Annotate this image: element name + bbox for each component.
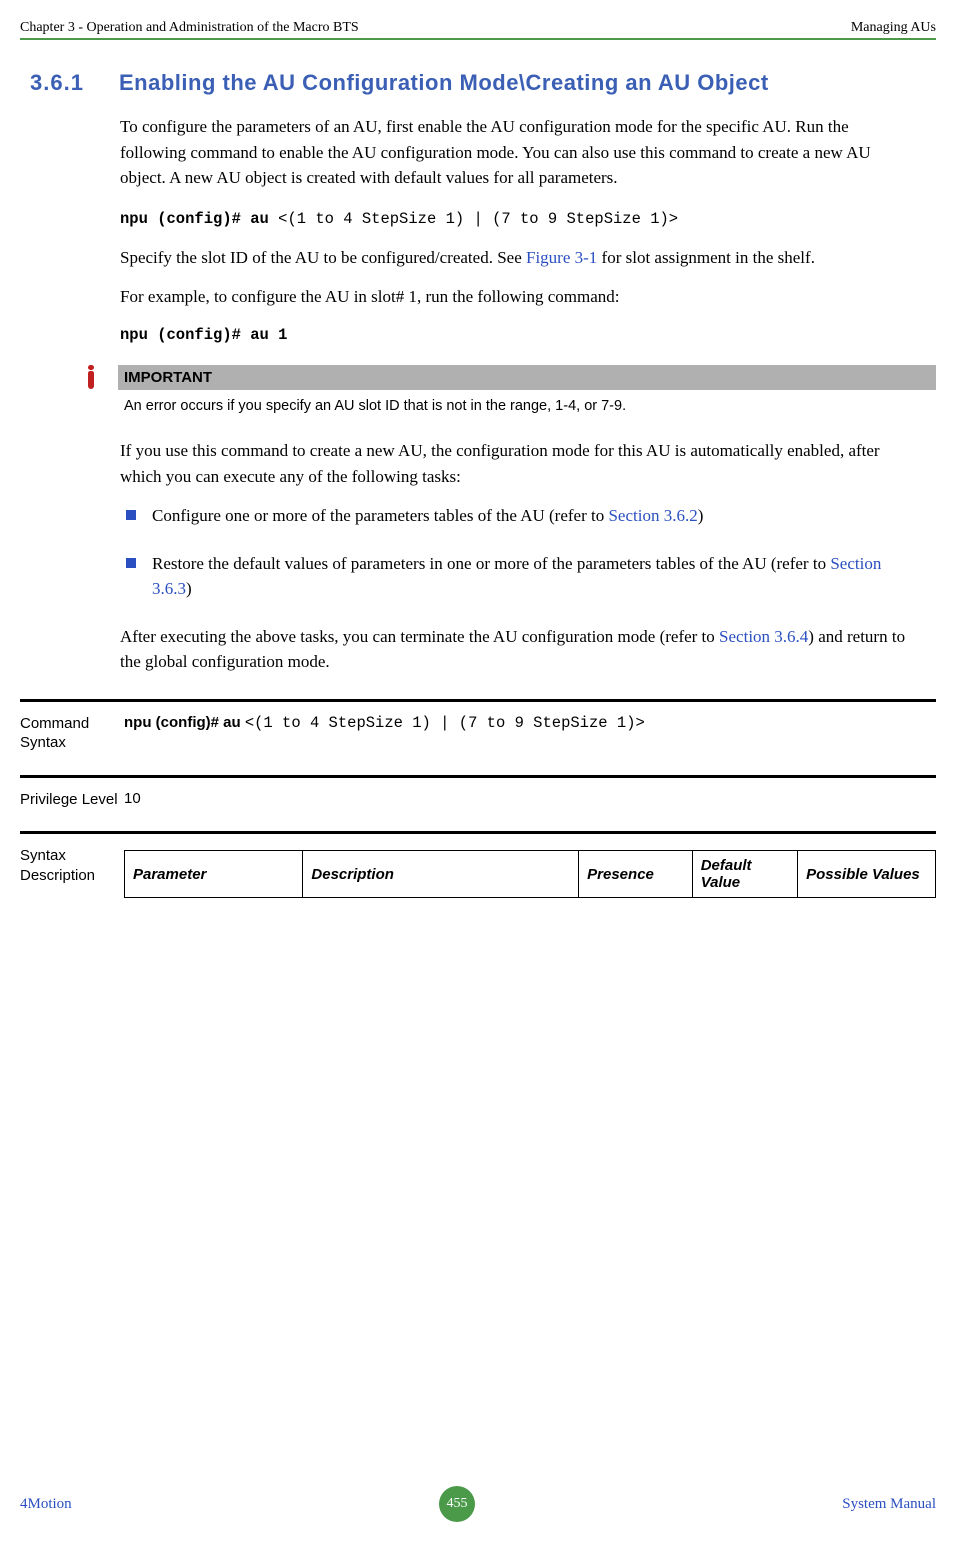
- col-header: Presence: [579, 851, 693, 898]
- col-header: Description: [303, 851, 579, 898]
- important-icon: [80, 365, 118, 394]
- paragraph: To configure the parameters of an AU, fi…: [120, 114, 916, 191]
- row-value: npu (config)# au <(1 to 4 StepSize 1) | …: [124, 714, 936, 732]
- table-header-row: Parameter Description Presence Default V…: [125, 851, 936, 898]
- syntax-table: Parameter Description Presence Default V…: [124, 850, 936, 898]
- header-left: Chapter 3 - Operation and Administration…: [20, 20, 359, 36]
- definition-table: Command Syntax npu (config)# au <(1 to 4…: [20, 699, 936, 903]
- header-right: Managing AUs: [851, 20, 936, 36]
- section-link[interactable]: Section 3.6.2: [608, 506, 697, 525]
- row-value: Parameter Description Presence Default V…: [124, 846, 936, 898]
- table-row: Command Syntax npu (config)# au <(1 to 4…: [20, 702, 936, 775]
- paragraph: If you use this command to create a new …: [120, 438, 916, 489]
- info-icon: [88, 371, 94, 389]
- important-note: IMPORTANT An error occurs if you specify…: [80, 365, 936, 424]
- command-bold: npu (config)# au: [124, 714, 245, 731]
- row-label: Syntax Description: [20, 846, 124, 885]
- section-link[interactable]: Section 3.6.4: [719, 627, 808, 646]
- paragraph: For example, to configure the AU in slot…: [120, 284, 916, 310]
- footer-right: System Manual: [842, 1496, 936, 1513]
- bullet-list: Configure one or more of the parameters …: [120, 503, 916, 602]
- row-value: 10: [124, 790, 936, 807]
- section-title: Enabling the AU Configuration Mode\Creat…: [119, 70, 909, 96]
- page-header: Chapter 3 - Operation and Administration…: [20, 20, 936, 38]
- important-label: IMPORTANT: [118, 365, 936, 390]
- figure-link[interactable]: Figure 3-1: [526, 248, 597, 267]
- row-label: Command Syntax: [20, 714, 124, 753]
- table-row: Syntax Description Parameter Description…: [20, 834, 936, 902]
- command-bold: npu (config)# au: [120, 210, 278, 228]
- list-item: Configure one or more of the parameters …: [120, 503, 916, 529]
- col-header: Default Value: [692, 851, 797, 898]
- page-footer: 4Motion 455 System Manual: [20, 1486, 936, 1522]
- col-header: Parameter: [125, 851, 303, 898]
- text: for slot assignment in the shelf.: [597, 248, 815, 267]
- text: Specify the slot ID of the AU to be conf…: [120, 248, 526, 267]
- paragraph: Specify the slot ID of the AU to be conf…: [120, 245, 916, 271]
- header-rule: [20, 38, 936, 40]
- command-line: npu (config)# au 1: [120, 324, 916, 347]
- command-args: <(1 to 4 StepSize 1) | (7 to 9 StepSize …: [278, 210, 678, 228]
- page-number: 455: [439, 1486, 475, 1522]
- important-text: An error occurs if you specify an AU slo…: [118, 394, 936, 424]
- text: ): [698, 506, 704, 525]
- text: After executing the above tasks, you can…: [120, 627, 719, 646]
- footer-left: 4Motion: [20, 1496, 72, 1513]
- command-args: <(1 to 4 StepSize 1) | (7 to 9 StepSize …: [245, 714, 645, 732]
- text: Restore the default values of parameters…: [152, 554, 830, 573]
- col-header: Possible Values: [798, 851, 936, 898]
- paragraph: After executing the above tasks, you can…: [120, 624, 916, 675]
- text: ): [186, 579, 192, 598]
- table-row: Privilege Level 10: [20, 778, 936, 832]
- command-line: npu (config)# au <(1 to 4 StepSize 1) | …: [120, 205, 916, 231]
- section-heading: 3.6.1 Enabling the AU Configuration Mode…: [30, 70, 936, 96]
- row-label: Privilege Level: [20, 790, 124, 810]
- text: Configure one or more of the parameters …: [152, 506, 608, 525]
- list-item: Restore the default values of parameters…: [120, 551, 916, 602]
- section-number: 3.6.1: [30, 70, 115, 96]
